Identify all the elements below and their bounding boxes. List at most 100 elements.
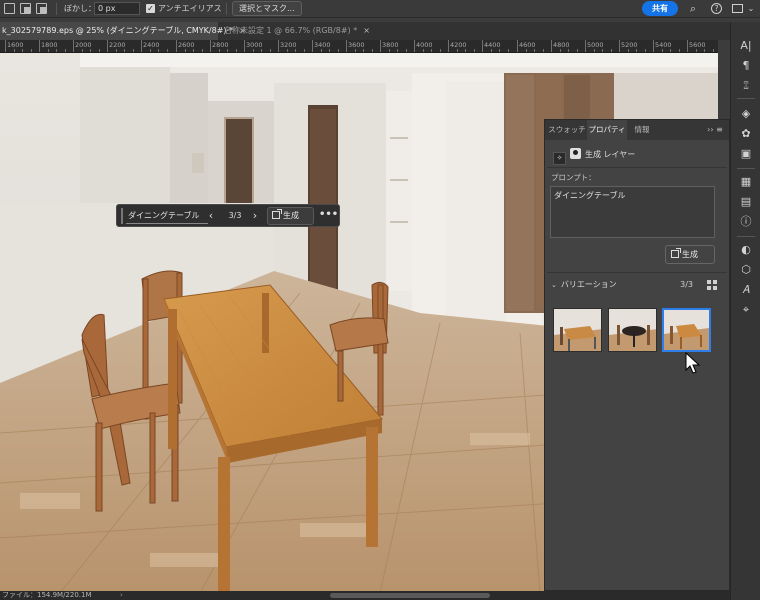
ruler-label: 2200 [109,41,126,49]
ruler-label: 3000 [246,41,263,49]
feather-input[interactable]: 0 px [94,2,140,15]
ruler-label: 2000 [75,41,92,49]
options-bar: ぼかし： 0 px ✓ アンチエイリアス 選択とマスク... 共有 ⌕ ? ⌄ [0,0,760,18]
adjust-icon[interactable]: ◐ [737,242,755,258]
ruler-label: 2400 [143,41,160,49]
share-button[interactable]: 共有 [642,1,678,16]
layer-type-label: 生成 レイヤー [585,150,636,159]
properties-panel: スウォッチ プロパティ 情報 ›› ≡ ✧ 生成 レイヤー プロンプト： ダイニン… [544,119,730,591]
ruler-label: 4800 [553,41,570,49]
new-selection-icon[interactable] [4,3,15,14]
chevron-right-icon[interactable]: › [249,207,261,225]
file-size-status: ファイル：154.9M/220.1M [2,591,92,599]
generate-label: 生成 [283,211,299,220]
generate-button[interactable]: 生成 [267,207,314,225]
horizontal-scrollbar[interactable] [330,593,490,598]
variation-counter: 3/3 [228,211,242,220]
layers-icon[interactable]: ◈ [737,106,755,122]
search-icon[interactable]: ⌕ [686,1,700,16]
ruler-label: 1800 [41,41,58,49]
chevron-down-icon[interactable]: ⌄ [551,278,557,292]
ruler-label: 3600 [348,41,365,49]
ruler-label: 4200 [450,41,467,49]
generate-icon [272,209,282,219]
variation-preview [554,309,601,351]
divider [737,168,755,169]
ruler-label: 2600 [178,41,195,49]
divider [547,167,727,168]
document-tabs: k_302579789.eps @ 25% (ダイニングテーブル, CMYK/8… [0,22,730,40]
divider [547,272,727,273]
status-bar: ファイル：154.9M/220.1M › [0,591,730,600]
ruler-label: 1600 [7,41,24,49]
ruler-label: 5200 [621,41,638,49]
panel-menu-icon[interactable]: ›› ≡ [703,120,727,140]
tab-document-2[interactable]: 名称未設定 1 @ 66.7% (RGB/8#) * × [222,22,370,40]
antialias-label: アンチエイリアス [158,4,222,13]
variation-preview [664,310,709,350]
table-icon[interactable]: ▦ [737,174,755,190]
properties-icon[interactable]: ▤ [737,194,755,210]
divider [56,3,57,15]
subtract-selection-icon[interactable] [36,3,47,14]
help-icon[interactable]: ? [711,3,722,14]
divider [226,3,227,15]
panel-tabs: スウォッチ プロパティ 情報 ›› ≡ [545,120,729,140]
divider [737,236,755,237]
drag-handle[interactable] [121,208,123,224]
workspace-icon[interactable] [732,4,743,13]
feather-label: ぼかし： [64,4,96,13]
info-icon[interactable]: ⓘ [737,214,755,230]
generate-icon [671,248,681,258]
horizontal-ruler[interactable]: 1600 1800 2000 2200 2400 2600 2800 3000 3200 3400… [0,40,718,53]
ruler-label: 3400 [314,41,331,49]
tab-document-1[interactable]: k_302579789.eps @ 25% (ダイニングテーブル, CMYK/8… [0,22,246,40]
variation-thumbnail-2[interactable] [608,308,657,352]
generate-button[interactable]: 生成 [665,245,715,264]
antialias-checkbox[interactable]: ✓ [146,4,155,13]
ruler-label: 5600 [689,41,706,49]
tab-swatches[interactable]: スウォッチ [547,120,587,140]
add-selection-icon[interactable] [20,3,31,14]
variations-count: 3/3 [680,280,693,289]
mouse-cursor-icon [685,352,701,374]
3d-icon[interactable]: ⬡ [737,262,755,278]
character-icon[interactable]: A| [737,38,755,54]
chevron-down-icon[interactable]: ⌄ [744,1,758,16]
tab-info[interactable]: 情報 [627,120,657,140]
chevron-left-icon[interactable]: ‹ [205,207,217,225]
color-icon[interactable]: ✿ [737,126,755,142]
generate-label: 生成 [682,250,698,259]
variation-thumbnail-3[interactable] [662,308,711,352]
prompt-input[interactable]: ダイニングテーブル [126,208,208,224]
tab-label: 名称未設定 1 @ 66.7% (RGB/8#) * [224,26,358,35]
ruler-label: 3200 [280,41,297,49]
mask-icon [570,148,581,159]
variations-label: バリエーション [560,280,617,289]
type-icon[interactable]: 𝐴 [737,282,755,298]
ruler-label: 2800 [212,41,229,49]
variations-header[interactable]: ⌄ バリエーション 3/3 [551,278,721,292]
glyphs-icon[interactable]: ⑄ [737,78,755,94]
variation-preview [609,309,656,351]
variation-thumbnail-1[interactable] [553,308,602,352]
layer-type-row: ✧ 生成 レイヤー [553,148,636,165]
panel-icon-strip: A| ¶ ⑄ ◈ ✿ ▣ ▦ ▤ ⓘ ◐ ⬡ 𝐴 ⌖ [730,22,760,600]
select-and-mask-button[interactable]: 選択とマスク... [232,1,302,16]
prompt-textarea[interactable]: ダイニングテーブル [550,186,715,238]
divider [737,98,755,99]
ruler-label: 3800 [382,41,399,49]
chevron-right-icon[interactable]: › [120,591,123,600]
gradient-icon[interactable]: ▣ [737,146,755,162]
ruler-label: 4400 [484,41,501,49]
ruler-label: 5400 [655,41,672,49]
close-icon[interactable]: × [363,22,370,40]
ruler-label: 4600 [519,41,536,49]
tab-properties[interactable]: プロパティ [587,120,627,140]
paragraph-icon[interactable]: ¶ [737,58,755,74]
ruler-label: 4000 [416,41,433,49]
more-options-button[interactable]: ••• [319,207,338,225]
grid-view-icon[interactable] [707,280,717,290]
paths-icon[interactable]: ⌖ [737,302,755,318]
prompt-label: プロンプト： [551,173,596,182]
